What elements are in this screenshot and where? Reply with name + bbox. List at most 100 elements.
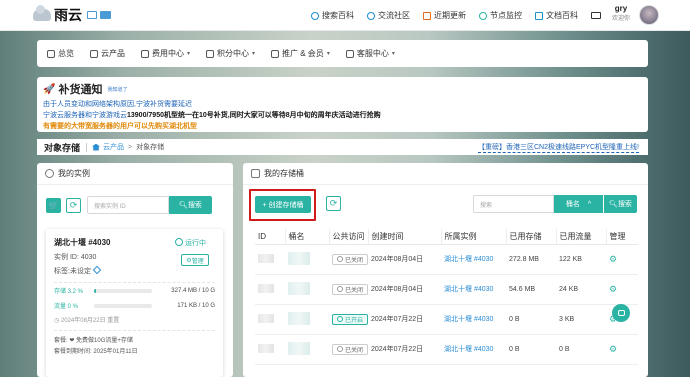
gear-icon[interactable]: ⚙ (609, 344, 617, 354)
menu-promotion[interactable]: 推广 & 会员 ▾ (271, 48, 330, 59)
promo-link[interactable]: 【重磅】香港三区CN2极速线路EPYC机型隆重上线! (477, 142, 639, 153)
chat-icon (617, 310, 625, 316)
instance-search-input[interactable]: 搜索实例 ID (87, 196, 169, 214)
refresh-button[interactable]: ⟳ (66, 197, 81, 213)
bucket-search-input[interactable]: 搜索 (473, 195, 554, 213)
table-header: ID 桶名 公共访问 创建时间 所属实例 已用存储 已用流量 管理 (255, 229, 638, 245)
redacted-id (258, 283, 274, 293)
avatar[interactable] (639, 5, 659, 25)
home-icon[interactable] (92, 143, 101, 151)
redacted-bucket-name[interactable] (288, 281, 310, 295)
search-field-select[interactable]: 桶名 ^ (554, 195, 604, 213)
nav-search-wiki[interactable]: 搜索百科 (311, 10, 354, 21)
chat-support-button[interactable] (612, 304, 630, 322)
create-bucket-button[interactable]: + 创建存储桶 (255, 196, 311, 213)
column-header[interactable]: 公共访问 (329, 229, 369, 245)
nav-community[interactable]: 交流社区 (367, 10, 410, 21)
docs-icon (535, 11, 543, 20)
notice-line: 有需要的大带宽服务器的用户可以先购买湖北机型 (43, 123, 197, 130)
instance-card[interactable]: 湖北十堰 #4030 运行中 实例 ID: 4030 标签:未设定 ⚙ 管理 存储… (46, 229, 223, 377)
redacted-id (258, 313, 274, 323)
traffic-usage: 流量 0 % 171 KB / 10 G (54, 301, 215, 311)
menu-billing[interactable]: 费用中心 ▾ (141, 48, 190, 59)
update-icon (423, 11, 431, 20)
chevron-down-icon: ▾ (252, 51, 256, 57)
traffic-value: 171 KB / 10 G (177, 302, 215, 309)
traffic-label: 流量 0 % (54, 304, 79, 310)
gear-icon[interactable]: ⚙ (609, 284, 617, 294)
nav-docs[interactable]: 文档百科 (535, 10, 578, 21)
app-icon[interactable] (100, 11, 111, 19)
edit-icon[interactable] (92, 265, 102, 275)
restock-notice: 🚀 补货通知 我知道了 由于人员变动和网络架构原因,宁波补货需要延迟 宁波云服务器和… (37, 77, 648, 132)
notice-line-part: 宁波云服务器和宁波游戏云 (43, 112, 127, 119)
main-menu: 总览 云产品 费用中心 ▾ 积分中心 ▾ 推广 & 会员 ▾ 客服中心 ▾ (37, 40, 648, 67)
column-header[interactable]: 所属实例 (441, 229, 507, 245)
buy-button[interactable]: 🛒 (46, 197, 61, 213)
redacted-bucket-name[interactable] (288, 311, 310, 325)
nav-updates[interactable]: 近期更新 (423, 10, 466, 21)
breadcrumb: 对象存储 云产品 > 对象存储 【重磅】香港三区CN2极速线路EPYC机型隆重上… (37, 139, 648, 155)
points-icon (206, 49, 215, 58)
redacted-bucket-name[interactable] (288, 251, 310, 265)
search-icon: 🔍︎ (609, 201, 618, 208)
reset-date: ◷ 2024年08月22日 重置 (54, 315, 215, 324)
menu-cloud-products[interactable]: 云产品 (90, 48, 125, 59)
column-header[interactable]: 已用存储 (506, 229, 557, 245)
menu-overview[interactable]: 总览 (47, 48, 74, 59)
menu-label: 积分中心 (217, 49, 250, 58)
chevron-down-icon: ▾ (326, 51, 330, 57)
storage-label: 存储 3.2 % (54, 289, 84, 295)
instance-search-button[interactable]: 🔍︎ 搜索 (169, 196, 212, 214)
search-button-label: 搜索 (617, 201, 632, 208)
manage-button[interactable]: ⚙ 管理 (181, 254, 209, 266)
column-header[interactable]: 桶名 (285, 229, 330, 245)
notice-line: 由于人员变动和网络架构原因,宁波补货需要延迟 (43, 101, 192, 108)
used-storage: 54.6 MB (506, 274, 556, 305)
cloud-icon (90, 49, 98, 58)
instance-link[interactable]: 湖北十堰 #4030 (441, 244, 506, 275)
rocket-icon: 🚀 (43, 83, 56, 95)
refresh-icon: ⟳ (329, 198, 338, 208)
menu-support[interactable]: 客服中心 ▾ (345, 48, 395, 59)
instance-tag: 标签:未设定 (54, 265, 215, 276)
screen-icon[interactable] (87, 11, 97, 19)
globe-icon (45, 169, 54, 178)
instance-link[interactable]: 湖北十堰 #4030 (441, 304, 506, 335)
gear-icon[interactable]: ⚙ (609, 254, 617, 264)
column-header[interactable]: ID (255, 229, 286, 245)
nav-label: 交流社区 (378, 11, 410, 20)
redacted-bucket-name[interactable] (288, 341, 310, 355)
created-time: 2024年08月04日 (368, 244, 441, 275)
bucket-table: ID 桶名 公共访问 创建时间 所属实例 已用存储 已用流量 管理 已关闭 20… (255, 229, 638, 365)
column-header[interactable]: 创建时间 (368, 229, 442, 245)
top-bar: 雨云 搜索百科 交流社区 近期更新 节点监控 文档百科 gry 欢迎你 (0, 0, 690, 31)
page-title: 对象存储 (44, 142, 81, 153)
access-status[interactable]: 已关闭 (332, 283, 368, 295)
cloud-logo-icon (33, 5, 51, 21)
instance-link[interactable]: 湖北十堰 #4030 (441, 334, 506, 365)
used-traffic: 0 B (556, 334, 606, 365)
user-menu[interactable]: gry 欢迎你 (606, 4, 636, 22)
instance-link[interactable]: 湖北十堰 #4030 (441, 274, 506, 305)
search-icon: 🔍︎ (179, 202, 188, 209)
traffic-progress (94, 303, 152, 308)
access-status[interactable]: 已关闭 (332, 343, 368, 355)
column-header: 管理 (606, 229, 638, 245)
breadcrumb-separator: > (128, 143, 133, 151)
cart-icon: 🛒 (48, 200, 59, 210)
dismiss-link[interactable]: 我知道了 (107, 86, 127, 93)
storage-progress (94, 288, 152, 293)
access-status[interactable]: 已开启 (332, 313, 368, 325)
brand-logo[interactable]: 雨云 (33, 5, 111, 25)
bucket-search-button[interactable]: 🔍︎ 搜索 (604, 195, 637, 213)
breadcrumb-link[interactable]: 云产品 (103, 142, 124, 152)
nav-node-monitor[interactable]: 节点监控 (479, 10, 522, 21)
refresh-button[interactable]: ⟳ (326, 196, 341, 211)
menu-points[interactable]: 积分中心 ▾ (206, 48, 255, 59)
notice-line-bold: 13900/7950机型统一在10号补货,同时大家可以等待8月中旬的周年庆活动进… (127, 112, 381, 119)
column-header[interactable]: 已用流量 (556, 229, 607, 245)
mail-button[interactable] (591, 12, 604, 19)
menu-label: 云产品 (101, 49, 125, 58)
access-status[interactable]: 已关闭 (332, 253, 368, 265)
